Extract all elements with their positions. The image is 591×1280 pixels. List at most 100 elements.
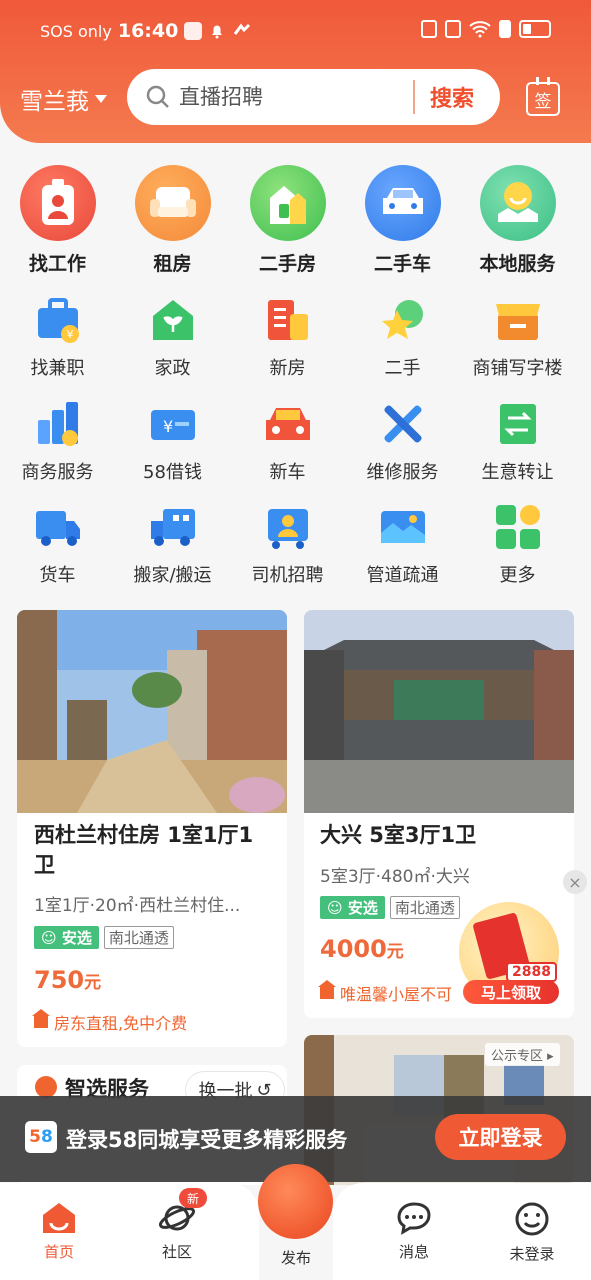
new-car-icon	[265, 408, 310, 440]
category-used-car[interactable]: 二手车	[345, 165, 460, 276]
badge-icon	[19, 165, 96, 241]
tab-community[interactable]: 社区	[137, 1201, 217, 1262]
main-category-grid: 找工作 租房 二手房 二手车 本地服务	[0, 165, 591, 276]
tab-profile[interactable]: 未登录	[492, 1201, 572, 1264]
category-more[interactable]: 更多	[460, 503, 575, 587]
category-label: 租房	[153, 253, 192, 275]
pipe-icon	[380, 511, 425, 543]
category-repair-service[interactable]: 维修服务	[345, 400, 460, 484]
category-moving[interactable]: 搬家/搬运	[115, 503, 230, 587]
red-envelope-promo[interactable]: 2888 马上领取	[459, 902, 559, 1004]
more-grid-icon	[495, 505, 540, 549]
category-business-transfer[interactable]: 生意转让	[460, 400, 575, 484]
publish-label: 发布	[280, 1249, 311, 1267]
category-label: 维修服务	[366, 462, 439, 483]
category-label: 货车	[39, 565, 76, 586]
note-text: 房东直租,免中介费	[54, 1014, 188, 1033]
tab-label: 社区	[161, 1243, 192, 1261]
tag-label: 安选	[61, 929, 92, 947]
alert-icon	[499, 20, 511, 38]
house-icon	[249, 165, 326, 241]
category-label: 二手房	[258, 253, 316, 275]
listing-card[interactable]: 西杜兰村住房 1室1厅1卫 1室1厅·20㎡·西杜兰村住... ☺ 安选 南北通…	[17, 610, 287, 1047]
category-borrow-money[interactable]: ¥ 58借钱	[115, 400, 230, 484]
city-selector[interactable]: 雪兰莪	[20, 82, 107, 116]
listing-subtitle: 1室1厅·20㎡·西杜兰村住...	[34, 896, 241, 916]
login-banner-text: 登录58同城享受更多精彩服务	[66, 1128, 348, 1152]
listing-tags: ☺ 安选 南北通透	[34, 926, 174, 949]
category-label: 新车	[269, 462, 306, 483]
briefcase-icon: ¥	[37, 298, 79, 343]
tab-label: 未登录	[509, 1245, 555, 1263]
58-logo: 58	[25, 1121, 57, 1153]
search-button[interactable]: 搜索	[430, 81, 474, 113]
svg-text:¥: ¥	[163, 417, 173, 436]
category-label: 二手	[384, 358, 421, 379]
sub-category-row-1: ¥ 找兼职 家政 新房 二手 商铺写字楼	[0, 296, 591, 380]
tools-icon	[383, 405, 422, 443]
smile-icon: ☺	[41, 929, 62, 947]
tab-messages[interactable]: 消息	[374, 1201, 454, 1262]
smile-icon: ☺	[327, 899, 348, 917]
search-input[interactable]	[179, 85, 409, 109]
publish-button[interactable]	[258, 1164, 333, 1239]
category-label: 商务服务	[21, 462, 94, 483]
tab-home[interactable]: 首页	[19, 1201, 99, 1262]
ad-zone-text: 公示专区	[491, 1049, 544, 1064]
promo-close-button[interactable]: ×	[563, 870, 587, 894]
money-card-icon: ¥	[150, 410, 195, 440]
category-new-house[interactable]: 新房	[230, 296, 345, 380]
category-second-house[interactable]: 二手房	[230, 165, 345, 276]
price-value: 4000	[320, 935, 387, 963]
category-label: 司机招聘	[251, 565, 324, 586]
promo-claim-button[interactable]: 马上领取	[463, 980, 559, 1004]
tab-label: 消息	[398, 1243, 429, 1261]
category-label: 商铺写字楼	[472, 358, 563, 379]
category-pipe-cleaning[interactable]: 管道疏通	[345, 503, 460, 587]
category-label: 搬家/搬运	[133, 565, 212, 586]
category-truck[interactable]: 货车	[0, 503, 115, 587]
ad-zone-label: 公示专区 ▸	[485, 1043, 560, 1066]
sofa-icon	[134, 165, 211, 241]
category-label: 找兼职	[30, 358, 85, 379]
swirl-icon	[234, 23, 251, 35]
sub-category-row-2: 商务服务 ¥ 58借钱 新车 维修服务 生意转让	[0, 400, 591, 484]
listing-price: 750元	[34, 966, 101, 994]
category-local-service[interactable]: 本地服务	[460, 165, 575, 276]
anxuan-badge: ☺ 安选	[34, 926, 99, 949]
anxuan-badge: ☺ 安选	[320, 896, 385, 919]
vibrate-icon	[445, 20, 461, 38]
checkin-label: 签	[534, 91, 552, 112]
car-icon	[364, 165, 441, 241]
bar-chart-icon	[37, 402, 78, 446]
category-rent[interactable]: 租房	[115, 165, 230, 276]
truck-icon	[35, 511, 80, 546]
tag-label: 安选	[347, 899, 378, 917]
app-root: { "status_bar": {"carrier": "SOS only", …	[0, 0, 591, 1280]
category-part-time[interactable]: ¥ 找兼职	[0, 296, 115, 380]
category-second-hand[interactable]: 二手	[345, 296, 460, 380]
login-button[interactable]: 立即登录	[435, 1114, 566, 1160]
category-driver-hiring[interactable]: 司机招聘	[230, 503, 345, 587]
category-housekeeping[interactable]: 家政	[115, 296, 230, 380]
checkin-calendar-button[interactable]: 签	[526, 77, 560, 116]
shop-icon	[495, 304, 540, 340]
plant-house-icon	[152, 300, 193, 340]
search-bar[interactable]: 搜索	[127, 69, 500, 125]
battery-icon	[519, 20, 551, 38]
category-find-job[interactable]: 找工作	[0, 165, 115, 276]
svg-text:¥: ¥	[66, 328, 73, 341]
clock: 16:40	[117, 20, 179, 42]
price-value: 750	[34, 966, 85, 994]
home-small-icon	[318, 980, 336, 999]
category-shop-office[interactable]: 商铺写字楼	[460, 296, 575, 380]
carrier-label: SOS only	[40, 21, 112, 41]
price-unit: 元	[386, 942, 404, 962]
category-new-car[interactable]: 新车	[230, 400, 345, 484]
category-label: 家政	[154, 358, 191, 379]
listing-price: 4000元	[320, 935, 404, 963]
star-icon	[381, 300, 423, 339]
home-icon	[43, 1203, 75, 1233]
category-business-service[interactable]: 商务服务	[0, 400, 115, 484]
feature-tag: 南北通透	[103, 926, 174, 949]
